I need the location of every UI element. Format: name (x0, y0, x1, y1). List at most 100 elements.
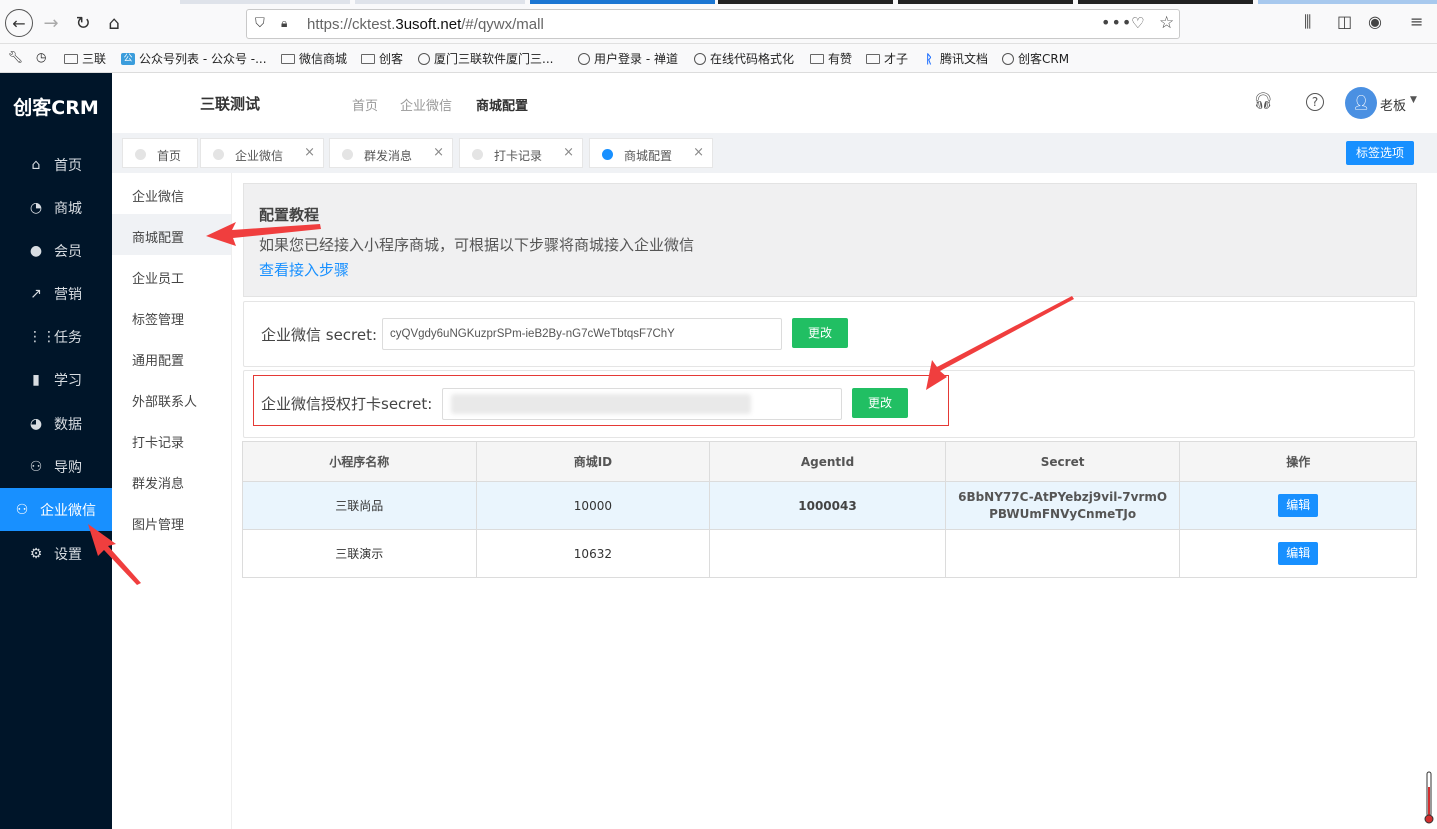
submenu-item[interactable]: 企业微信 (112, 173, 231, 214)
submenu-item[interactable]: 标签管理 (112, 296, 231, 337)
star-icon[interactable]: ☆ (1159, 13, 1174, 33)
sidebar-item-label: 学习 (54, 372, 82, 389)
sidebar-item-label: 会员 (54, 243, 82, 260)
browser-toolbar: ← → ↻ ⌂ ⛉ 🔒︎ https://cktest.3usoft.net/#… (0, 0, 1437, 44)
tab[interactable]: 商城配置 × (589, 138, 713, 168)
top-header: 三联测试 首页 企业微信 商城配置 🎧︎ ? 👤︎ 老板 ▼ (112, 73, 1437, 133)
back-icon[interactable]: ← (5, 9, 33, 37)
sidebar-toggle-icon[interactable]: ◫ (1337, 12, 1352, 31)
gear-icon: ⚙ (29, 545, 43, 562)
tutorial-description: 如果您已经接入小程序商城，可根据以下步骤将商城接入企业微信 (259, 236, 695, 254)
avatar[interactable]: 👤︎ (1345, 87, 1377, 119)
history-icon[interactable]: ◷ (36, 50, 46, 64)
sidebar-item[interactable]: ◔ 商城 (0, 186, 112, 229)
secret-form: 企业微信 secret: cyQVgdy6uNGKuzprSPm-ieB2By-… (243, 301, 1415, 367)
sidebar-item[interactable]: ⚇ 企业微信 (0, 488, 112, 531)
headset-icon[interactable]: 🎧︎ (1253, 91, 1273, 111)
sidebar-item[interactable]: ◕ 数据 (0, 402, 112, 445)
tab[interactable]: 群发消息 × (329, 138, 453, 168)
secret-input[interactable]: cyQVgdy6uNGKuzprSPm-ieB2By-nG7cWeTbtqsF7… (382, 318, 782, 350)
book-icon: ▮ (32, 371, 40, 388)
more-horizontal-icon[interactable]: ••• (1101, 13, 1132, 32)
close-icon[interactable]: × (693, 145, 704, 160)
submenu-item[interactable]: 外部联系人 (112, 378, 231, 419)
bookmark-item[interactable]: 创客 (361, 50, 403, 67)
cell-secret: 6BbNY77C-AtPYebzj9vil-7vrmOPBWUmFNVyCnme… (946, 482, 1181, 529)
cell-action: 编辑 (1180, 482, 1416, 529)
cell-mall-id: 10000 (477, 482, 711, 529)
submenu-item[interactable]: 打卡记录 (112, 419, 231, 460)
edit-button[interactable]: 编辑 (1278, 494, 1319, 517)
sidebar-item[interactable]: ⚙ 设置 (0, 532, 112, 575)
bookmark-label: 微信商城 (299, 52, 348, 66)
close-icon[interactable]: × (433, 145, 444, 160)
submenu-item-label: 标签管理 (132, 313, 185, 328)
bookmark-item[interactable]: 公公众号列表 - 公众号 -... (121, 50, 267, 67)
edit-button[interactable]: 编辑 (1278, 542, 1319, 565)
tab-label: 企业微信 (235, 149, 284, 163)
submenu-item[interactable]: 商城配置 (112, 214, 231, 255)
submenu-item[interactable]: 企业员工 (112, 255, 231, 296)
tab[interactable]: 首页 (122, 138, 198, 168)
sidebar: 创客CRM ⌂ 首页 ◔ 商城 ● 会员 ↗ 营销 ⋮⋮ 任务 ▮ 学习 ◕ 数据 ⚇ 导购 ⚇ 企业微信 ⚙ 设置 (0, 73, 112, 829)
bookmark-item[interactable]: 三联 (64, 50, 106, 67)
bookmark-item[interactable]: 在线代码格式化 (694, 50, 794, 67)
submenu-item[interactable]: 群发消息 (112, 460, 231, 501)
sidebar-item[interactable]: ⌂ 首页 (0, 143, 112, 186)
bookmark-item[interactable]: 用户登录 - 禅道 (578, 50, 678, 67)
sidebar-item[interactable]: ⋮⋮ 任务 (0, 315, 112, 358)
close-icon[interactable]: × (304, 145, 315, 160)
bookmark-item[interactable]: 微信商城 (281, 50, 347, 67)
bookmark-item[interactable]: ᚱ 腾讯文档 (922, 50, 988, 67)
home-icon[interactable]: ⌂ (101, 10, 127, 36)
tab-label: 商城配置 (624, 149, 673, 163)
header-nav-wecom[interactable]: 企业微信 (400, 95, 452, 114)
help-icon[interactable]: ? (1306, 93, 1324, 111)
caret-down-icon[interactable]: ▼ (1410, 95, 1417, 105)
change-secret-button[interactable]: 更改 (792, 318, 848, 348)
url-prefix: https://cktest. (307, 16, 396, 33)
bookmark-item[interactable]: 才子 (866, 50, 908, 67)
shield-icon: ⛉ (255, 16, 265, 31)
submenu-item-label: 图片管理 (132, 518, 185, 533)
bookmark-label: 公众号列表 - 公众号 -... (139, 52, 267, 66)
header-nav-home[interactable]: 首页 (352, 95, 378, 114)
shop-icon: ◔ (29, 199, 43, 216)
wrench-icon[interactable]: 🔧︎ (8, 50, 23, 64)
bookmark-label: 才子 (884, 52, 909, 66)
tab-status-dot (135, 149, 146, 160)
close-icon[interactable]: × (563, 145, 574, 160)
tab[interactable]: 打卡记录 × (459, 138, 583, 168)
cell-mall-id: 10632 (477, 530, 711, 577)
submenu-item[interactable]: 图片管理 (112, 501, 231, 542)
globe-icon (578, 52, 590, 65)
header-nav-mall-config[interactable]: 商城配置 (476, 95, 528, 114)
sidebar-item[interactable]: ↗ 营销 (0, 272, 112, 315)
tab-status-dot (342, 149, 353, 160)
pocket-icon[interactable]: ♡ (1131, 14, 1144, 32)
forward-icon[interactable]: → (38, 10, 64, 36)
url-text[interactable]: https://cktest.3usoft.net/#/qywx/mall (307, 16, 544, 33)
library-icon[interactable]: ⫼ (1304, 12, 1311, 32)
sidebar-item-label: 企业微信 (40, 502, 96, 519)
bookmark-label: 创客 (379, 52, 404, 66)
wechat-icon: 公 (121, 52, 135, 65)
sidebar-item[interactable]: ● 会员 (0, 229, 112, 272)
tab[interactable]: 企业微信 × (200, 138, 324, 168)
menu-icon[interactable]: ≡ (1410, 12, 1423, 31)
sidebar-item[interactable]: ▮ 学习 (0, 358, 112, 401)
lock-icon: 🔒︎ (281, 16, 288, 30)
sidebar-item[interactable]: ⚇ 导购 (0, 445, 112, 488)
url-bar[interactable]: ⛉ 🔒︎ https://cktest.3usoft.net/#/qywx/ma… (246, 9, 1180, 39)
account-icon[interactable]: ◉ (1368, 12, 1382, 31)
user-name[interactable]: 老板 (1380, 95, 1406, 114)
bookmark-item[interactable]: 有赞 (810, 50, 852, 67)
globe-icon (1002, 52, 1014, 65)
submenu-item[interactable]: 通用配置 (112, 337, 231, 378)
tag-options-button[interactable]: 标签选项 (1346, 141, 1414, 165)
sidebar-item-label: 导购 (54, 459, 82, 476)
reload-icon[interactable]: ↻ (70, 10, 96, 36)
view-steps-link[interactable]: 查看接入步骤 (259, 259, 349, 280)
bookmark-item[interactable]: 厦门三联软件厦门三... (418, 50, 553, 67)
bookmark-item[interactable]: 创客CRM (1002, 50, 1069, 67)
